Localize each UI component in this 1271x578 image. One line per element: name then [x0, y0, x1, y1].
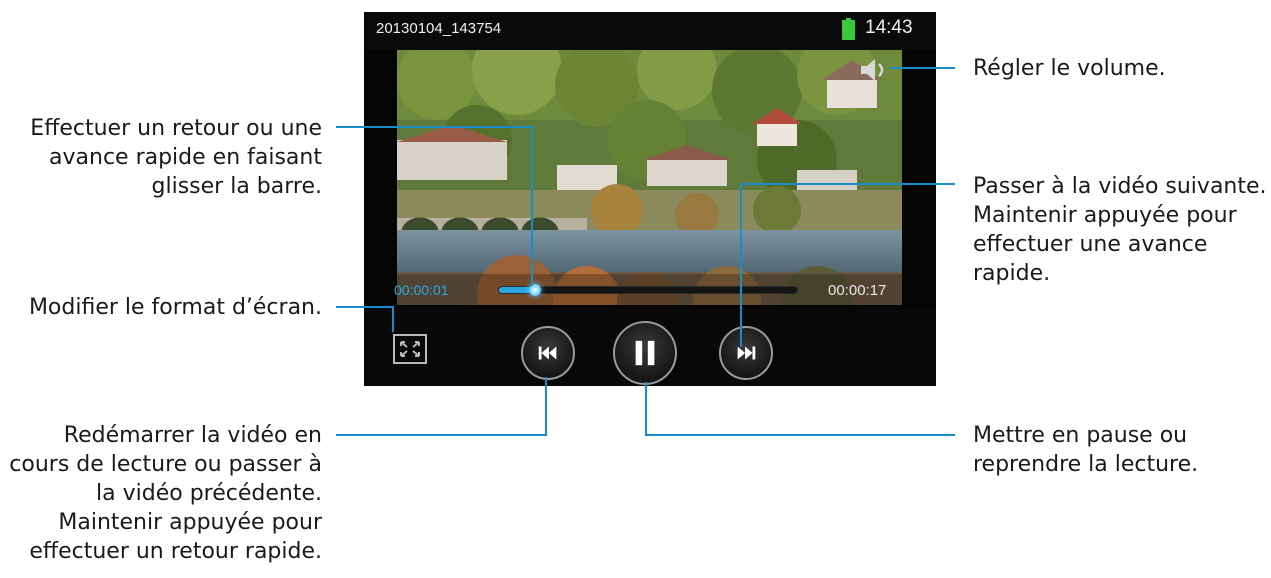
status-bar: 20130104_143754 14:43 [364, 12, 936, 50]
callout-pause: Mettre en pause ou reprendre la lecture. [973, 423, 1199, 477]
pause-button[interactable] [613, 321, 677, 385]
video-player-screen: 20130104_143754 14:43 00:00:01 00:00:17 [364, 12, 936, 386]
callout-next: Passer à la vidéo suivante. Maintenir ap… [973, 174, 1267, 286]
callout-volume: Régler le volume. [973, 56, 1166, 81]
video-file-name: 20130104_143754 [376, 20, 502, 37]
skip-previous-icon [538, 346, 557, 360]
seek-bar-handle[interactable] [528, 284, 541, 296]
skip-next-icon [737, 346, 756, 360]
video-frame[interactable] [397, 50, 902, 305]
seek-row: 00:00:01 00:00:17 [364, 274, 936, 304]
video-scene [397, 50, 902, 305]
callout-seek-bar: Effectuer un retour ou une avance rapide… [30, 116, 322, 199]
total-time: 00:00:17 [828, 282, 887, 299]
status-clock: 14:43 [865, 17, 913, 38]
next-button[interactable] [719, 326, 773, 380]
volume-icon[interactable] [855, 55, 891, 85]
battery-icon [842, 18, 855, 40]
callout-previous: Redémarrer la vidéo en cours de lecture … [9, 423, 322, 564]
control-bar [364, 308, 936, 386]
screen-format-icon[interactable] [393, 334, 427, 364]
elapsed-time: 00:00:01 [394, 282, 449, 298]
previous-button[interactable] [521, 326, 575, 380]
callout-aspect: Modifier le format d’écran. [28, 295, 322, 320]
seek-bar[interactable] [499, 284, 797, 296]
pause-icon [635, 340, 655, 366]
